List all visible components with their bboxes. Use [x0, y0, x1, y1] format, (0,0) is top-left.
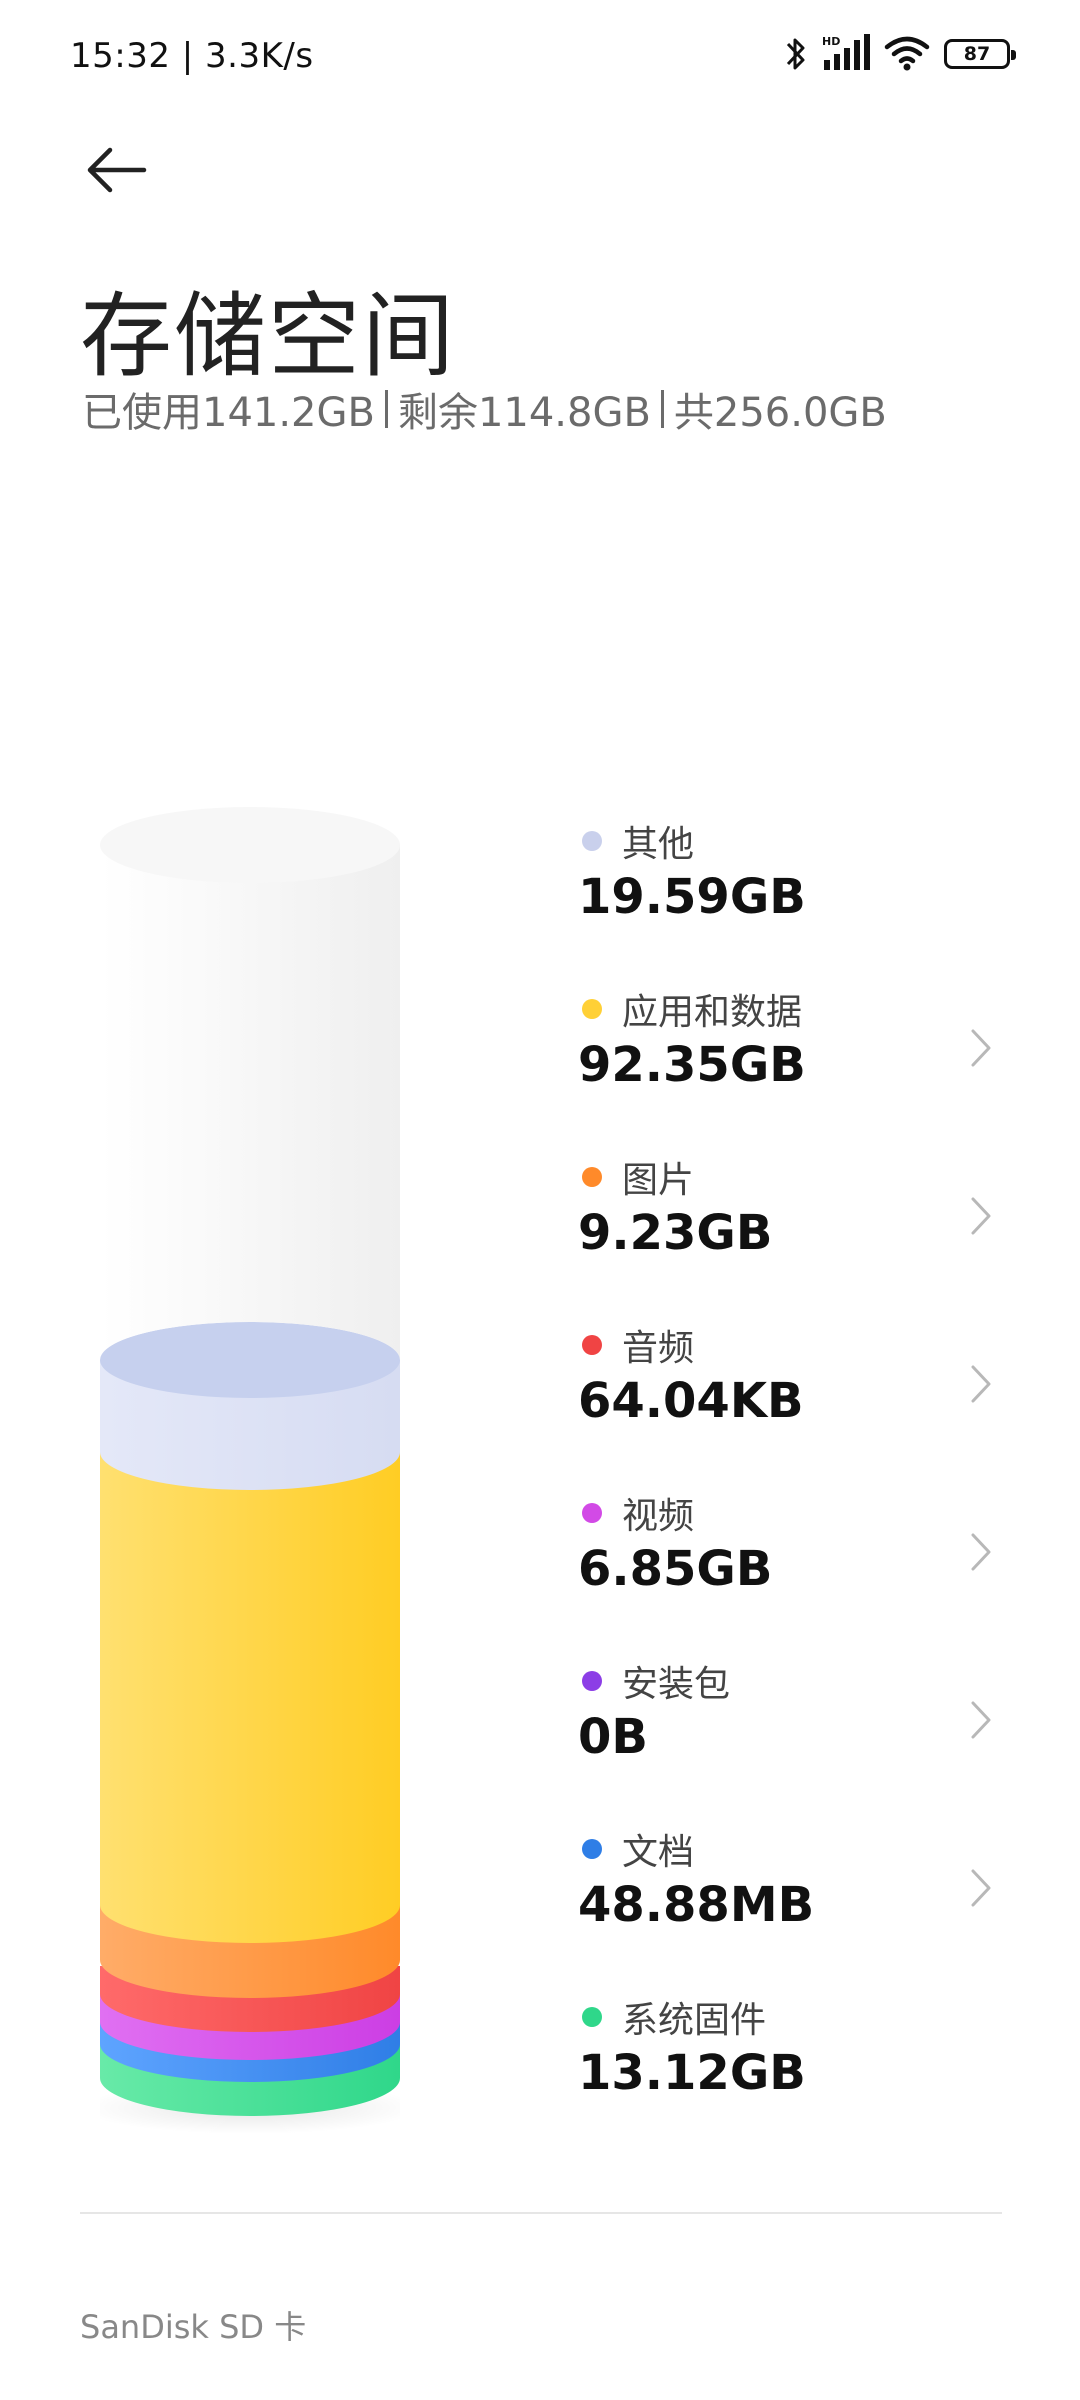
legend-dot	[582, 831, 602, 851]
status-icons: HD 87	[784, 34, 1016, 74]
legend-item-images[interactable]: 图片 9.23GB	[578, 1151, 998, 1271]
legend-item-apps[interactable]: 应用和数据 92.35GB	[578, 983, 998, 1103]
legend-label: 应用和数据	[622, 992, 803, 1033]
legend-item-packages[interactable]: 安装包 0B	[578, 1655, 998, 1775]
chevron-right-icon	[971, 1365, 991, 1403]
legend-dot	[582, 1503, 602, 1523]
legend-value: 19.59GB	[578, 869, 806, 925]
section-divider	[80, 2212, 1002, 2214]
legend-dot	[582, 2007, 602, 2027]
legend-label: 系统固件	[622, 2000, 767, 2041]
legend-label: 安装包	[622, 1664, 731, 1705]
battery-level: 87	[963, 43, 991, 65]
legend-value: 0B	[578, 1709, 648, 1765]
legend-item-documents[interactable]: 文档 48.88MB	[578, 1823, 998, 1943]
chevron-right-icon	[971, 1701, 991, 1739]
chevron-right-icon	[971, 1029, 991, 1067]
legend-value: 6.85GB	[578, 1541, 773, 1597]
chevron-right-icon	[971, 1533, 991, 1571]
segment-apps	[100, 1450, 400, 1943]
legend-value: 48.88MB	[578, 1877, 815, 1933]
segment-free	[100, 845, 400, 1360]
legend-dot	[582, 1839, 602, 1859]
legend-dot	[582, 1671, 602, 1691]
legend-label: 其他	[622, 824, 695, 865]
legend-label: 音频	[622, 1328, 695, 1369]
hd-signal-icon: HD	[822, 34, 870, 70]
legend-label: 视频	[622, 1496, 695, 1537]
storage-cylinder	[100, 807, 400, 2134]
summary-separator	[660, 390, 664, 428]
legend-value: 9.23GB	[578, 1205, 773, 1261]
segment-other-top	[100, 1322, 400, 1398]
battery-cap	[1011, 50, 1016, 60]
remaining-space: 剩余114.8GB	[397, 390, 651, 436]
legend-item-audio[interactable]: 音频 64.04KB	[578, 1319, 998, 1439]
legend-label: 文档	[622, 1832, 695, 1873]
chevron-right-icon	[971, 1869, 991, 1907]
chevron-right-icon	[971, 1197, 991, 1235]
legend-item-other: 其他 19.59GB	[578, 815, 998, 935]
svg-text:HD: HD	[822, 35, 840, 48]
legend-label: 图片	[622, 1160, 695, 1201]
total-space: 共256.0GB	[673, 390, 887, 436]
wifi-icon	[884, 36, 930, 71]
legend-item-video[interactable]: 视频 6.85GB	[578, 1487, 998, 1607]
legend-dot	[582, 1167, 602, 1187]
legend-dot	[582, 1335, 602, 1355]
legend-value: 92.35GB	[578, 1037, 806, 1093]
cylinder-top	[100, 807, 400, 883]
legend-dot	[582, 999, 602, 1019]
bluetooth-icon	[786, 38, 805, 70]
battery-icon: 87	[944, 39, 1016, 69]
legend-value: 64.04KB	[578, 1373, 804, 1429]
legend-value: 13.12GB	[578, 2045, 806, 2101]
legend-item-firmware: 系统固件 13.12GB	[578, 1991, 998, 2111]
sd-card-label[interactable]: SanDisk SD 卡	[80, 2302, 306, 2348]
